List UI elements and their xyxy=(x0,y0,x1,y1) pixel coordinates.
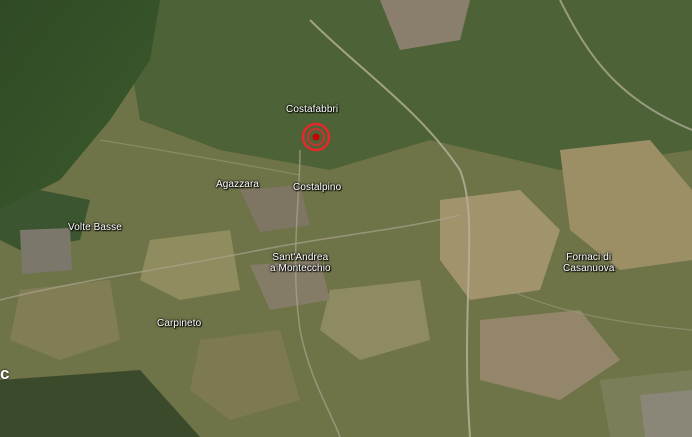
location-pin-icon[interactable] xyxy=(301,122,331,152)
place-label-agazzara[interactable]: Agazzara xyxy=(216,179,259,190)
place-label-sant-andrea[interactable]: Sant'Andrea a Montecchio xyxy=(270,252,331,274)
satellite-map[interactable]: Costafabbri Agazzara Costalpino Volte Ba… xyxy=(0,0,692,437)
place-label-fornaci[interactable]: Fornaci di Casanuova xyxy=(563,252,615,274)
place-label-costalpino[interactable]: Costalpino xyxy=(293,182,341,193)
satellite-imagery xyxy=(0,0,692,437)
marker-dot xyxy=(312,133,320,141)
place-label-volte-basse[interactable]: Volte Basse xyxy=(68,222,122,233)
place-label-carpineto[interactable]: Carpineto xyxy=(157,318,201,329)
edge-label-fragment: c xyxy=(0,364,10,383)
place-label-costafabbri[interactable]: Costafabbri xyxy=(286,104,338,115)
